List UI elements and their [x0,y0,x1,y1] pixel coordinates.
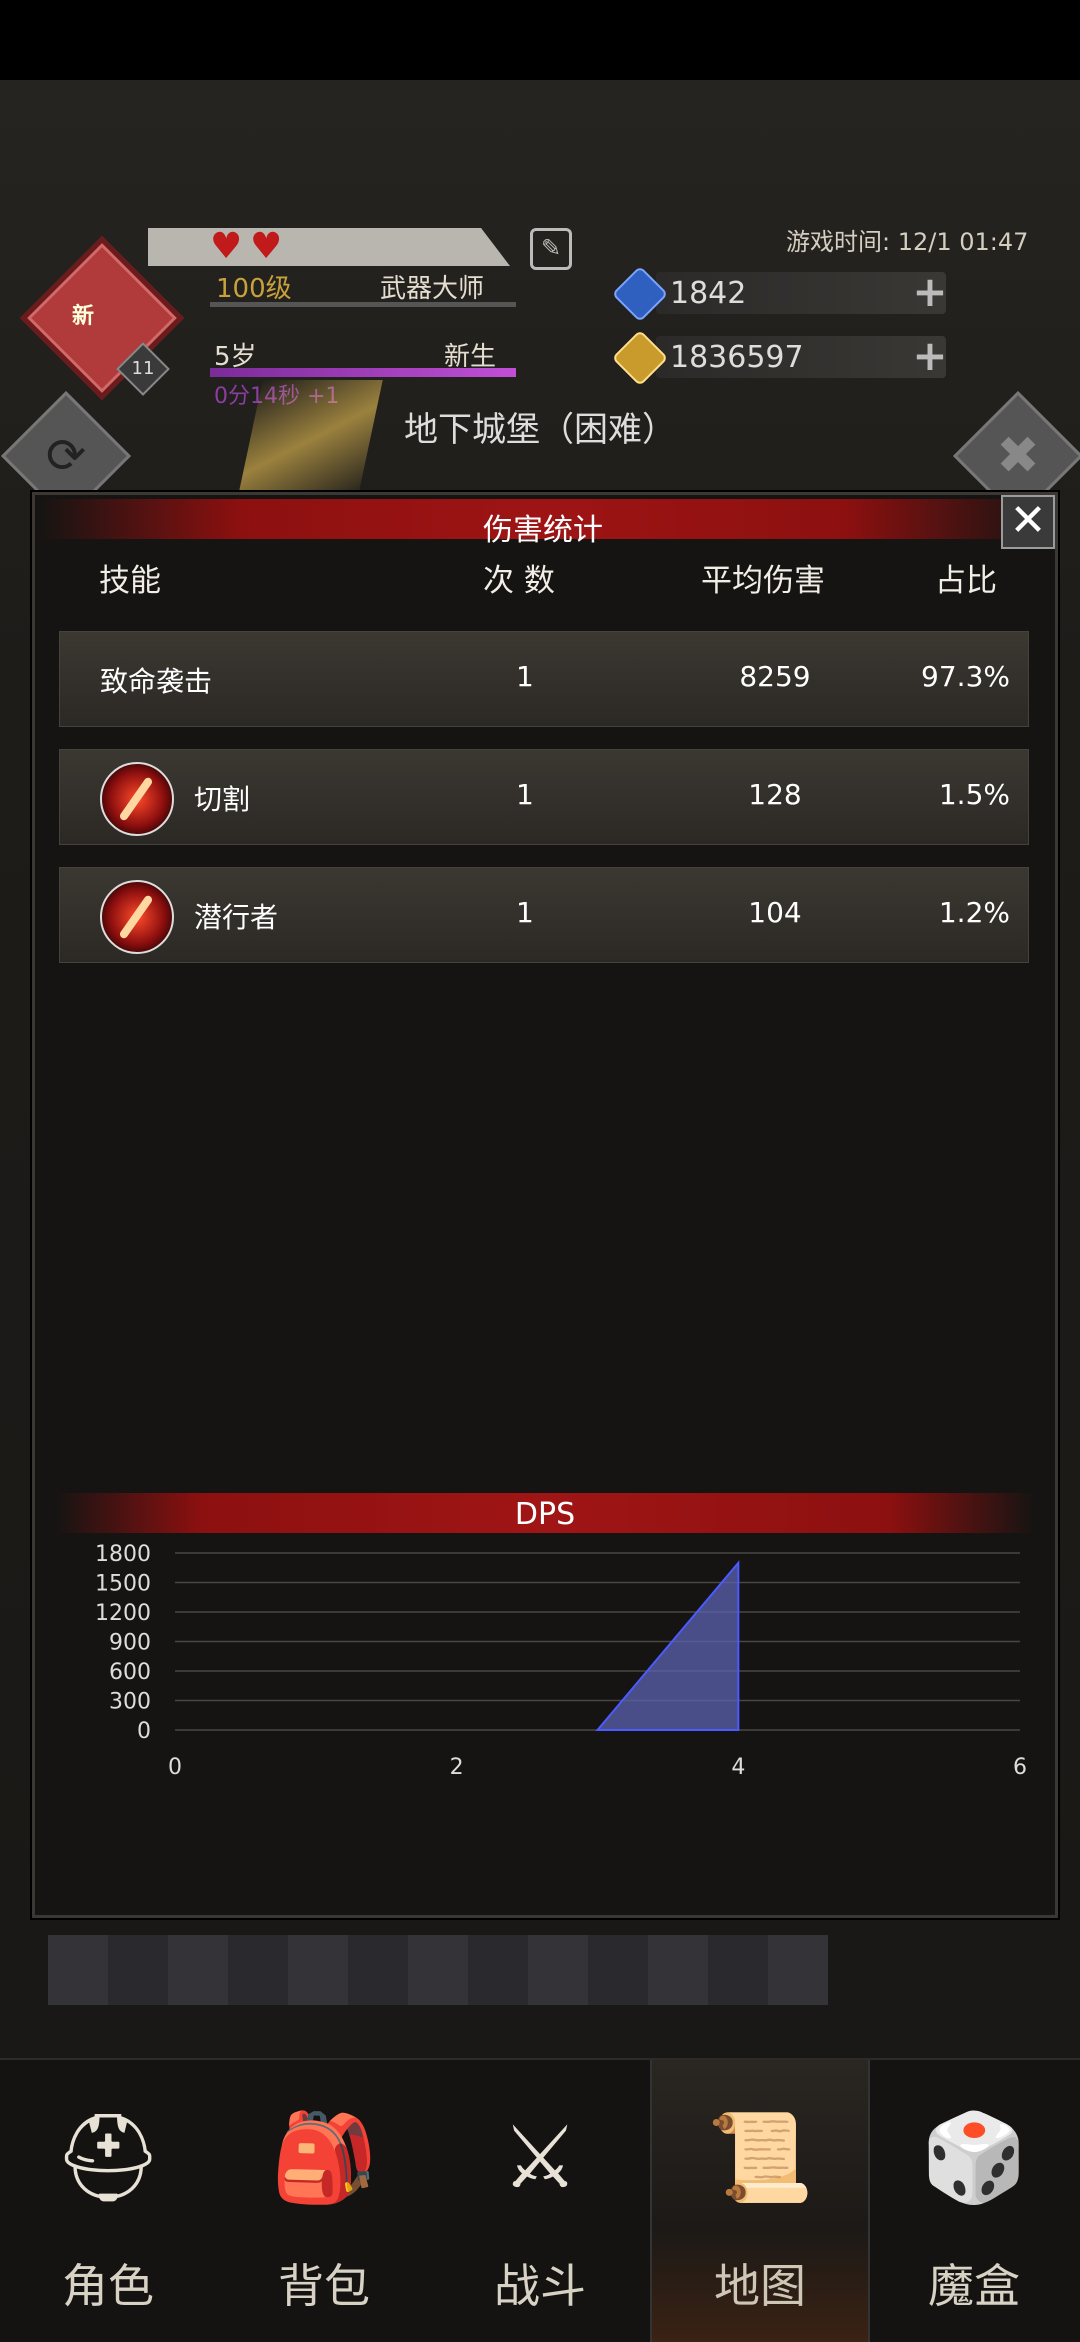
class-title: 武器大师 [380,274,485,304]
damage-stats-dialog: 伤害统计 ✕ 技能 次 数 平均伤害 占比 致命袭击 1 8259 97.3% … [32,492,1058,1918]
gem-count: 1842 [670,276,747,311]
skill-ratio: 1.2% [938,896,1010,929]
skill-name: 致命袭击 [100,665,213,698]
nav-label: 魔盒 [928,2259,1020,2313]
y-tick-label: 600 [109,1660,151,1685]
x-tick-label: 4 [731,1755,745,1780]
dialog-header: 伤害统计 [39,499,1047,548]
skill-count: 1 [516,896,534,929]
helmet-icon: ⛑ [53,2108,163,2208]
status-bar [0,0,1080,80]
dps-title: DPS [514,1497,576,1532]
slash-skill-icon [100,762,174,836]
magic-box-icon: 🎲 [920,2108,1028,2208]
add-gold-button[interactable]: + [910,334,950,378]
skill-avg: 128 [748,778,802,811]
skill-avg: 104 [748,896,802,929]
col-avg: 平均伤害 [701,563,825,599]
skill-ratio: 97.3% [921,660,1010,693]
y-tick-label: 300 [109,1690,151,1715]
add-gem-button[interactable]: + [910,270,950,314]
map-scroll-icon: 📜 [706,2108,814,2208]
skill-count: 1 [516,660,534,693]
y-tick-label: 1200 [95,1601,151,1626]
col-ratio: 占比 [935,563,997,599]
y-tick-label: 1800 [95,1542,151,1567]
dialog-title: 伤害统计 [483,513,603,548]
skill-ratio: 1.5% [938,778,1010,811]
dps-chart: 0 300 600 900 1200 1500 1800 0 2 4 6 [95,1542,1027,1780]
bottom-nav: ⛑ 角色 🎒 背包 ⚔ 战斗 📜 地图 🎲 魔盒 [0,2058,1080,2342]
skill-avg: 8259 [739,660,811,693]
y-tick-label: 1500 [95,1572,151,1597]
nav-label: 战斗 [494,2259,586,2313]
nav-character[interactable]: ⛑ 角色 [0,2060,216,2342]
nav-label: 背包 [278,2259,370,2313]
nav-label: 地图 [714,2259,806,2313]
col-skill: 技能 [99,563,161,599]
x-tick-label: 2 [450,1755,464,1780]
life-bar [210,368,516,377]
nav-backpack[interactable]: 🎒 背包 [216,2060,432,2342]
gem-resource: 1842 + [611,265,950,323]
skill-name: 潜行者 [194,901,279,934]
dungeon-title: 地下城堡（困难） [404,410,676,450]
dps-header: DPS [55,1493,1035,1533]
gold-resource: 1836597 + [611,329,950,387]
edit-icon[interactable]: ✎ [530,228,572,270]
skill-name: 切割 [194,783,251,816]
level-divider [210,302,516,307]
y-tick-label: 0 [137,1719,151,1744]
nav-map[interactable]: 📜 地图 [650,2060,870,2342]
new-tag: 新 [72,304,95,329]
backpack-icon: 🎒 [270,2108,378,2208]
gold-count: 1836597 [670,340,804,375]
stalker-skill-icon [100,880,174,954]
nav-label: 角色 [62,2259,154,2313]
skill-count: 1 [516,778,534,811]
hp-bar [148,228,510,266]
table-row: 潜行者 1 104 1.2% [59,867,1029,963]
heart-icon: ♥ [250,226,283,267]
table-row: 致命袭击 1 8259 97.3% [59,631,1029,727]
x-tick-label: 0 [168,1755,182,1780]
sword-shield-icon: ⚔ [501,2108,579,2208]
game-time: 游戏时间: 12/1 01:47 [786,228,1029,256]
x-tick-label: 6 [1013,1755,1027,1780]
dps-area [595,1560,740,1731]
col-count: 次 数 [483,563,555,599]
close-button[interactable]: ✕ [1001,495,1055,549]
nav-battle[interactable]: ⚔ 战斗 [432,2060,648,2342]
table-row: 切割 1 128 1.5% [59,749,1029,845]
dungeon-floor [48,1935,828,2005]
level-text: 100级 [216,274,292,304]
nav-magic-box[interactable]: 🎲 魔盒 [866,2060,1080,2342]
y-tick-label: 900 [109,1631,151,1656]
heart-icon: ♥ [210,226,243,267]
